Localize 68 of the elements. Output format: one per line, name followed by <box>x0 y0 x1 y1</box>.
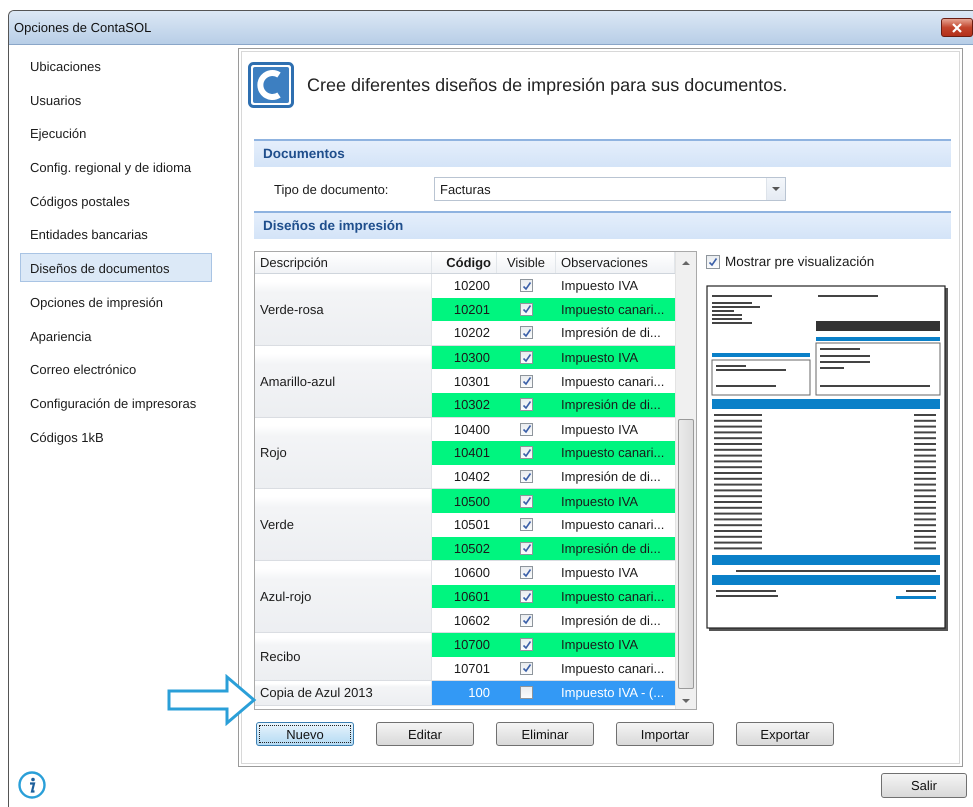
section-header: Documentos <box>254 139 951 167</box>
visible-checkbox[interactable] <box>520 279 533 292</box>
table-row[interactable]: 10500 Impuesto IVA <box>432 489 675 513</box>
action-button[interactable]: Editar <box>376 722 474 746</box>
visible-checkbox[interactable] <box>520 566 533 580</box>
table-row[interactable]: 10201 Impuesto canari... <box>432 298 675 322</box>
visible-checkbox[interactable] <box>520 542 533 555</box>
visible-checkbox[interactable] <box>520 422 533 436</box>
action-button[interactable]: Importar <box>616 722 714 746</box>
visible-checkbox[interactable] <box>520 326 533 340</box>
table-cell: Copia de Azul 2013 <box>255 681 432 705</box>
section-header: Diseños de impresión <box>254 211 951 239</box>
table-row[interactable]: 10700 Impuesto IVA <box>432 632 675 656</box>
visible-checkbox[interactable] <box>520 374 533 388</box>
table-cell: Verde-rosa <box>255 274 432 345</box>
table-cell: Rojo <box>255 418 432 488</box>
visible-checkbox[interactable] <box>520 470 533 484</box>
table-row[interactable]: 10601 Impuesto canari... <box>432 584 675 608</box>
window-title: Opciones de ContaSOL <box>13 20 152 35</box>
table-cell: Azul-rojo <box>255 561 432 632</box>
sidebar-item[interactable]: Ejecución <box>20 118 212 148</box>
visible-checkbox[interactable] <box>520 446 533 460</box>
visible-checkbox[interactable] <box>520 614 533 627</box>
document-type-dropdown[interactable]: Facturas <box>434 177 786 201</box>
sidebar-item[interactable]: Códigos postales <box>20 186 212 215</box>
scrollbar-thumb[interactable] <box>678 419 694 689</box>
sidebar-item[interactable]: Usuarios <box>20 84 212 114</box>
scrollbar[interactable] <box>675 252 696 709</box>
visible-checkbox[interactable] <box>520 638 533 652</box>
sidebar-item[interactable]: Configuración de impresoras <box>20 388 212 417</box>
sidebar-item[interactable]: Entidades bancarias <box>20 219 212 248</box>
visible-checkbox[interactable] <box>520 518 533 532</box>
sidebar-item[interactable]: Apariencia <box>20 320 212 350</box>
checkbox-label: Mostrar pre visualización <box>725 254 874 269</box>
column-header[interactable]: Código <box>432 252 497 273</box>
table-cell: Recibo <box>255 632 432 680</box>
sidebar-item[interactable]: Correo electrónico <box>20 354 212 384</box>
visible-checkbox[interactable] <box>520 351 533 364</box>
table-row[interactable]: 10300 Impuesto IVA <box>432 346 675 370</box>
sidebar-item[interactable]: Ubicaciones <box>20 51 212 80</box>
table-cell: Verde <box>255 489 432 560</box>
column-header[interactable]: Visible <box>497 252 556 273</box>
info-icon[interactable] <box>18 771 46 799</box>
exit-button[interactable]: Salir <box>881 772 967 798</box>
close-icon <box>952 22 962 32</box>
app-logo-icon <box>248 62 294 108</box>
visible-checkbox[interactable] <box>520 494 533 508</box>
visible-checkbox[interactable] <box>520 686 533 700</box>
table-row[interactable]: 10502 Impresión de di... <box>432 536 675 560</box>
field-label: Tipo de documento: <box>273 182 390 196</box>
table-row[interactable]: 10302 Impresión de di... <box>432 392 675 417</box>
table-row[interactable]: 10401 Impuesto canari... <box>432 441 675 465</box>
action-button[interactable]: Exportar <box>736 722 834 746</box>
sidebar-item[interactable]: Opciones de impresión <box>20 286 212 316</box>
header-text: Cree diferentes diseños de impresión para sus documentos. <box>307 74 788 96</box>
visible-checkbox[interactable] <box>520 590 533 604</box>
sidebar-item[interactable]: Config. regional y de idioma <box>20 152 212 182</box>
preview-checkbox[interactable] <box>706 254 720 268</box>
visible-checkbox[interactable] <box>520 662 533 675</box>
column-header[interactable]: Descripción <box>255 252 432 273</box>
sidebar-item[interactable]: Diseños de documentos <box>20 253 212 282</box>
visible-checkbox[interactable] <box>520 302 533 316</box>
visible-checkbox[interactable] <box>520 398 533 412</box>
sidebar-item[interactable]: Códigos 1kB <box>20 422 212 451</box>
table-cell: Amarillo-azul <box>255 346 432 417</box>
action-button[interactable]: Eliminar <box>496 722 594 746</box>
action-button[interactable]: Nuevo <box>256 722 354 746</box>
close-button[interactable] <box>941 18 973 37</box>
